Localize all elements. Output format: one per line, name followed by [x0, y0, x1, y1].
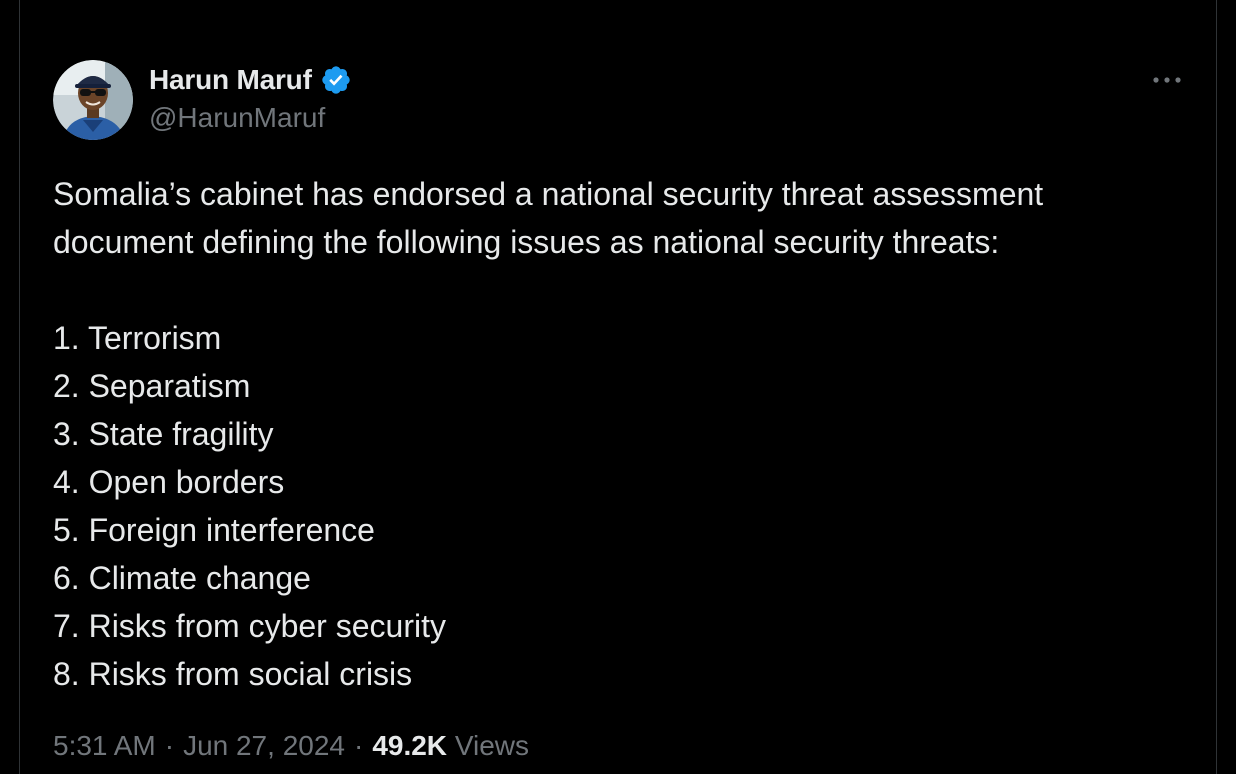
avatar[interactable] — [53, 60, 133, 140]
views-label: Views — [454, 730, 529, 761]
profile-photo-icon — [53, 60, 133, 140]
tweet-intro-line: document defining the following issues a… — [53, 224, 1000, 260]
meta-separator: · — [353, 730, 364, 761]
threat-list-item: 6. Climate change — [53, 560, 311, 596]
threat-list-item: 4. Open borders — [53, 464, 285, 500]
verified-badge-icon[interactable] — [320, 64, 352, 96]
more-options-button[interactable] — [1148, 66, 1186, 94]
tweet-time[interactable]: 5:31 AM — [53, 730, 156, 761]
threat-list-item: 5. Foreign interference — [53, 512, 375, 548]
display-name[interactable]: Harun Maruf — [149, 64, 312, 96]
threat-list-item: 7. Risks from cyber security — [53, 608, 446, 644]
tweet-date[interactable]: Jun 27, 2024 — [183, 730, 345, 761]
meta-separator: · — [164, 730, 175, 761]
views-count: 49.2K — [372, 730, 448, 761]
author-handle[interactable]: @HarunMaruf — [149, 102, 325, 134]
tweet-text: Somalia’s cabinet has endorsed a nationa… — [53, 170, 1193, 698]
threat-list-item: 2. Separatism — [53, 368, 251, 404]
threat-list-item: 8. Risks from social crisis — [53, 656, 413, 692]
more-dots-icon — [1153, 77, 1181, 83]
threat-list-item: 1. Terrorism — [53, 320, 222, 356]
author-name-row[interactable]: Harun Maruf — [149, 63, 352, 97]
threat-list-item: 3. State fragility — [53, 416, 274, 452]
tweet-intro-line: Somalia’s cabinet has endorsed a nationa… — [53, 176, 1044, 212]
tweet-meta: 5:31 AM · Jun 27, 2024 · 49.2K Views — [53, 730, 529, 762]
